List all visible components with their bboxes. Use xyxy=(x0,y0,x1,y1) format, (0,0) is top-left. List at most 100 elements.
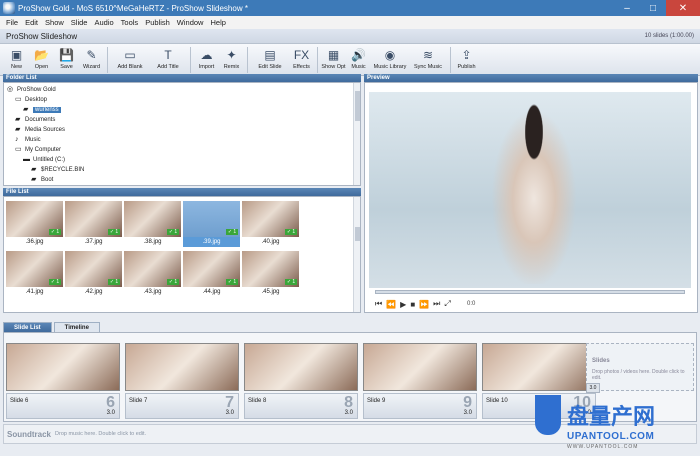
effects-button[interactable]: FX Effects xyxy=(289,44,314,71)
folder-tree-item[interactable]: ◎ ProShow Gold xyxy=(7,85,56,94)
add-blank-button[interactable]: ▭ Add Blank xyxy=(111,44,149,71)
used-check-icon: ✓ 1 xyxy=(108,279,120,285)
save-button[interactable]: 💾 Save xyxy=(54,44,79,71)
folder-icon: ▰ xyxy=(31,176,37,183)
preview-panel: ⏮ ⏪ ▶ ■ ⏩ ⏭ ⤢ 0:0 xyxy=(364,82,698,313)
file-thumbnail[interactable]: ✓ 1 .45.jpg xyxy=(242,251,299,297)
import-button[interactable]: ☁ Import xyxy=(194,44,219,71)
folder-tree-item[interactable]: ▬ Untitled (C:) xyxy=(23,155,65,164)
skip-start-icon[interactable]: ⏮ xyxy=(375,299,382,309)
slide-drop-zone[interactable]: Slides Drop photos / videos here. Double… xyxy=(586,343,694,391)
file-scrollbar[interactable] xyxy=(353,197,360,312)
folder-tree-item[interactable]: ▰ $RECYCLE.BIN xyxy=(31,165,84,174)
menu-tools[interactable]: Tools xyxy=(121,18,139,27)
slide-info: Slide 8 8 3.0 xyxy=(244,393,358,419)
edit-slide-button[interactable]: ▤ Edit Slide xyxy=(251,44,289,71)
file-thumbnail[interactable]: ✓ 1 .38.jpg xyxy=(124,201,181,247)
maximize-button[interactable]: □ xyxy=(640,0,666,16)
file-thumbnail[interactable]: ✓ 1 .44.jpg xyxy=(183,251,240,297)
menu-edit[interactable]: Edit xyxy=(25,18,38,27)
drop-zone-hint: Drop photos / videos here. Double click … xyxy=(592,369,685,381)
import-icon: ☁ xyxy=(200,47,213,62)
slide-item[interactable]: Slide 8 8 3.0 xyxy=(244,343,358,419)
music-button[interactable]: 🔊 Music xyxy=(346,44,371,71)
stop-icon[interactable]: ■ xyxy=(410,300,415,309)
tab-timeline[interactable]: Timeline xyxy=(53,322,100,332)
tab-slide-list[interactable]: Slide List xyxy=(3,322,52,332)
file-name: .44.jpg xyxy=(202,289,221,295)
slide-name: Slide 9 xyxy=(367,398,386,404)
slide-item[interactable]: Slide 7 7 3.0 xyxy=(125,343,239,419)
slide-duration[interactable]: 3.0 xyxy=(107,410,115,416)
file-thumbnail-image: ✓ 1 xyxy=(183,201,240,237)
file-thumbnail[interactable]: ✓ 1 .39.jpg xyxy=(183,201,240,247)
fullscreen-icon[interactable]: ⤢ xyxy=(444,299,450,309)
toolbar-label: Add Blank xyxy=(117,64,143,70)
play-icon[interactable]: ▶ xyxy=(400,300,406,309)
menu-publish[interactable]: Publish xyxy=(145,18,170,27)
file-name: .40.jpg xyxy=(261,239,280,245)
drop-zone-duration[interactable]: 3.0 xyxy=(586,383,600,393)
file-thumbnail[interactable]: ✓ 1 .43.jpg xyxy=(124,251,181,297)
toolbar-label: Add Title xyxy=(157,64,179,70)
folder-tree-item[interactable]: ♪ Music xyxy=(15,135,41,144)
publish-button[interactable]: ⇪ Publish xyxy=(454,44,479,71)
wizard-button[interactable]: ✎ Wizard xyxy=(79,44,104,71)
file-thumbnail[interactable]: ✓ 1 .42.jpg xyxy=(65,251,122,297)
menu-file[interactable]: File xyxy=(6,18,18,27)
menu-slide[interactable]: Slide xyxy=(71,18,88,27)
minimize-button[interactable]: – xyxy=(614,0,640,16)
folder-tree-item[interactable]: ▰ Media Sources xyxy=(15,125,65,134)
file-thumbnail-image: ✓ 1 xyxy=(65,201,122,237)
folder-list: ◎ ProShow Gold ▭ Desktop ▰ wurlenss ▰ Documents… xyxy=(3,82,361,186)
scroll-thumb[interactable] xyxy=(355,91,360,121)
used-check-icon: ✓ 1 xyxy=(49,229,61,235)
skip-end-icon[interactable]: ⏭ xyxy=(433,299,440,309)
folder-tree-item[interactable]: ▭ My Computer xyxy=(15,145,61,154)
preview-image xyxy=(484,94,584,284)
folder-icon: ▰ xyxy=(23,106,29,113)
watermark-brand-cn: 盘量产网 xyxy=(567,405,656,430)
menu-audio[interactable]: Audio xyxy=(94,18,113,27)
file-thumbnail[interactable]: ✓ 1 .36.jpg xyxy=(6,201,63,247)
file-thumbnail[interactable]: ✓ 1 .37.jpg xyxy=(65,201,122,247)
preview-progress[interactable] xyxy=(375,290,685,294)
scroll-thumb[interactable] xyxy=(355,227,360,241)
menu-help[interactable]: Help xyxy=(210,18,225,27)
folder-tree-item[interactable]: ▰ Documents xyxy=(15,115,55,124)
remix-button[interactable]: ✦ Remix xyxy=(219,44,244,71)
slide-duration[interactable]: 3.0 xyxy=(345,410,353,416)
toolbar-separator xyxy=(450,47,451,73)
folder-tree-label: Documents xyxy=(25,116,56,123)
rewind-icon[interactable]: ⏪ xyxy=(386,300,396,309)
new-button[interactable]: ▣ New xyxy=(4,44,29,71)
menu-window[interactable]: Window xyxy=(177,18,204,27)
music-icon: 🔊 xyxy=(351,47,366,62)
music-library-button[interactable]: ◉ Music Library xyxy=(371,44,409,71)
slide-tabs: Slide List Timeline xyxy=(3,322,100,332)
show-header: ProShow Slideshow 10 slides (1:00.00) xyxy=(0,29,700,44)
playback-controls: ⏮ ⏪ ▶ ■ ⏩ ⏭ ⤢ xyxy=(375,299,451,309)
folder-tree-item[interactable]: ▰ Boot xyxy=(31,175,53,184)
slide-duration[interactable]: 3.0 xyxy=(226,410,234,416)
slide-item[interactable]: Slide 6 6 3.0 xyxy=(6,343,120,419)
add-title-button[interactable]: T Add Title xyxy=(149,44,187,71)
folder-tree-item[interactable]: ▭ Desktop xyxy=(15,95,47,104)
file-name: .39.jpg xyxy=(202,239,221,245)
used-check-icon: ✓ 1 xyxy=(285,229,297,235)
show-opt-button[interactable]: ▦ Show Opt xyxy=(321,44,346,71)
file-thumbnail[interactable]: ✓ 1 .41.jpg xyxy=(6,251,63,297)
open-button[interactable]: 📂 Open xyxy=(29,44,54,71)
slide-item[interactable]: Slide 9 9 3.0 xyxy=(363,343,477,419)
close-button[interactable]: ✕ xyxy=(666,0,700,16)
folder-scrollbar[interactable] xyxy=(353,83,360,185)
soundtrack-hint: Drop music here. Double click to edit. xyxy=(55,431,147,437)
slide-duration[interactable]: 3.0 xyxy=(464,410,472,416)
menu-show[interactable]: Show xyxy=(45,18,64,27)
slide-info: Slide 9 9 3.0 xyxy=(363,393,477,419)
forward-icon[interactable]: ⏩ xyxy=(419,300,429,309)
add-title-icon: T xyxy=(164,47,172,62)
file-thumbnail[interactable]: ✓ 1 .40.jpg xyxy=(242,201,299,247)
folder-tree-item[interactable]: ▰ wurlenss xyxy=(23,105,61,114)
sync-music-button[interactable]: ≋ Sync Music xyxy=(409,44,447,71)
